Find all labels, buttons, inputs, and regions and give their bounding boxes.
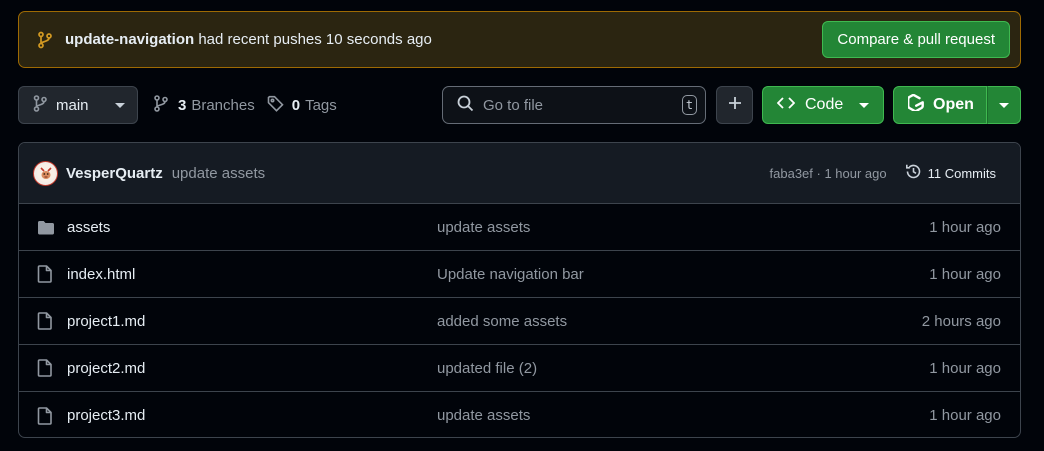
git-branch-icon (153, 94, 169, 116)
file-commit-message[interactable]: Update navigation bar (437, 266, 929, 283)
open-button-label: Open (933, 96, 974, 113)
file-name[interactable]: project2.md (67, 360, 437, 377)
go-to-file-search[interactable]: t (442, 86, 706, 124)
open-options-dropdown[interactable] (987, 86, 1021, 124)
git-branch-icon (37, 31, 55, 49)
file-name[interactable]: project1.md (67, 313, 437, 330)
file-browser: VesperQuartz update assets faba3ef · 1 h… (18, 142, 1021, 438)
plus-icon (728, 96, 742, 114)
go-to-file-input[interactable] (483, 96, 682, 114)
add-file-button[interactable] (716, 86, 753, 124)
open-button-group: Open (893, 86, 1021, 124)
recent-push-banner: update-navigation had recent pushes 10 s… (18, 11, 1021, 68)
git-branch-icon (33, 94, 47, 116)
file-name[interactable]: index.html (67, 266, 437, 283)
file-row[interactable]: project2.md updated file (2) 1 hour ago (19, 345, 1020, 392)
branch-selector[interactable]: main (18, 86, 138, 124)
branches-link[interactable]: 3 Branches (153, 94, 255, 116)
file-commit-message[interactable]: added some assets (437, 313, 922, 330)
branch-selector-label: main (56, 96, 89, 114)
file-commit-time: 1 hour ago (929, 218, 1001, 236)
banner-message: had recent pushes 10 seconds ago (198, 31, 432, 48)
branches-count: 3 (178, 96, 187, 114)
file-row[interactable]: project3.md update assets 1 hour ago (19, 392, 1020, 437)
file-icon (37, 265, 57, 283)
commits-count-label: 11 Commits (927, 165, 996, 181)
file-commit-message[interactable]: update assets (437, 219, 929, 236)
file-commit-time: 1 hour ago (929, 265, 1001, 283)
file-row[interactable]: project1.md added some assets 2 hours ag… (19, 298, 1020, 345)
commit-hash-time[interactable]: faba3ef · 1 hour ago (770, 166, 887, 181)
file-commit-message[interactable]: updated file (2) (437, 360, 929, 377)
tags-label: Tags (305, 96, 337, 114)
banner-branch-name[interactable]: update-navigation (65, 31, 194, 48)
file-commit-time: 1 hour ago (929, 407, 1001, 424)
chevron-down-icon (999, 102, 1009, 108)
tag-icon (267, 95, 284, 116)
file-row[interactable]: assets update assets 1 hour ago (19, 204, 1020, 251)
tags-link[interactable]: 0 Tags (267, 95, 337, 116)
avatar[interactable] (33, 160, 58, 186)
commits-history-link[interactable]: 11 Commits (905, 163, 996, 183)
search-icon (457, 95, 474, 116)
chevron-down-icon (859, 102, 870, 108)
commit-author[interactable]: VesperQuartz (66, 165, 163, 182)
chevron-down-icon (115, 102, 125, 108)
code-button-label: Code (805, 96, 844, 113)
file-icon (37, 312, 57, 330)
branches-label: Branches (191, 96, 255, 114)
file-commit-time: 1 hour ago (929, 359, 1001, 377)
file-row[interactable]: index.html Update navigation bar 1 hour … (19, 251, 1020, 298)
tags-count: 0 (291, 96, 301, 114)
latest-commit-message[interactable]: update assets (172, 165, 770, 182)
file-name[interactable]: project3.md (67, 407, 437, 424)
banner-text: update-navigation had recent pushes 10 s… (65, 31, 822, 48)
file-name[interactable]: assets (67, 219, 437, 236)
open-button[interactable]: Open (893, 86, 987, 124)
folder-icon (37, 220, 57, 235)
code-icon (776, 96, 796, 114)
code-button[interactable]: Code (762, 86, 884, 124)
compare-pull-request-button[interactable]: Compare & pull request (822, 21, 1010, 58)
file-commit-message[interactable]: update assets (437, 407, 929, 424)
keyboard-shortcut-hint: t (682, 95, 697, 115)
latest-commit-bar: VesperQuartz update assets faba3ef · 1 h… (19, 143, 1020, 204)
file-icon (37, 406, 57, 425)
history-icon (905, 163, 922, 183)
file-commit-time: 2 hours ago (921, 312, 1001, 330)
repo-toolbar: main 3 Branches 0 Tags t Code (18, 86, 1021, 124)
file-icon (37, 359, 57, 377)
gitpod-icon (907, 93, 924, 116)
